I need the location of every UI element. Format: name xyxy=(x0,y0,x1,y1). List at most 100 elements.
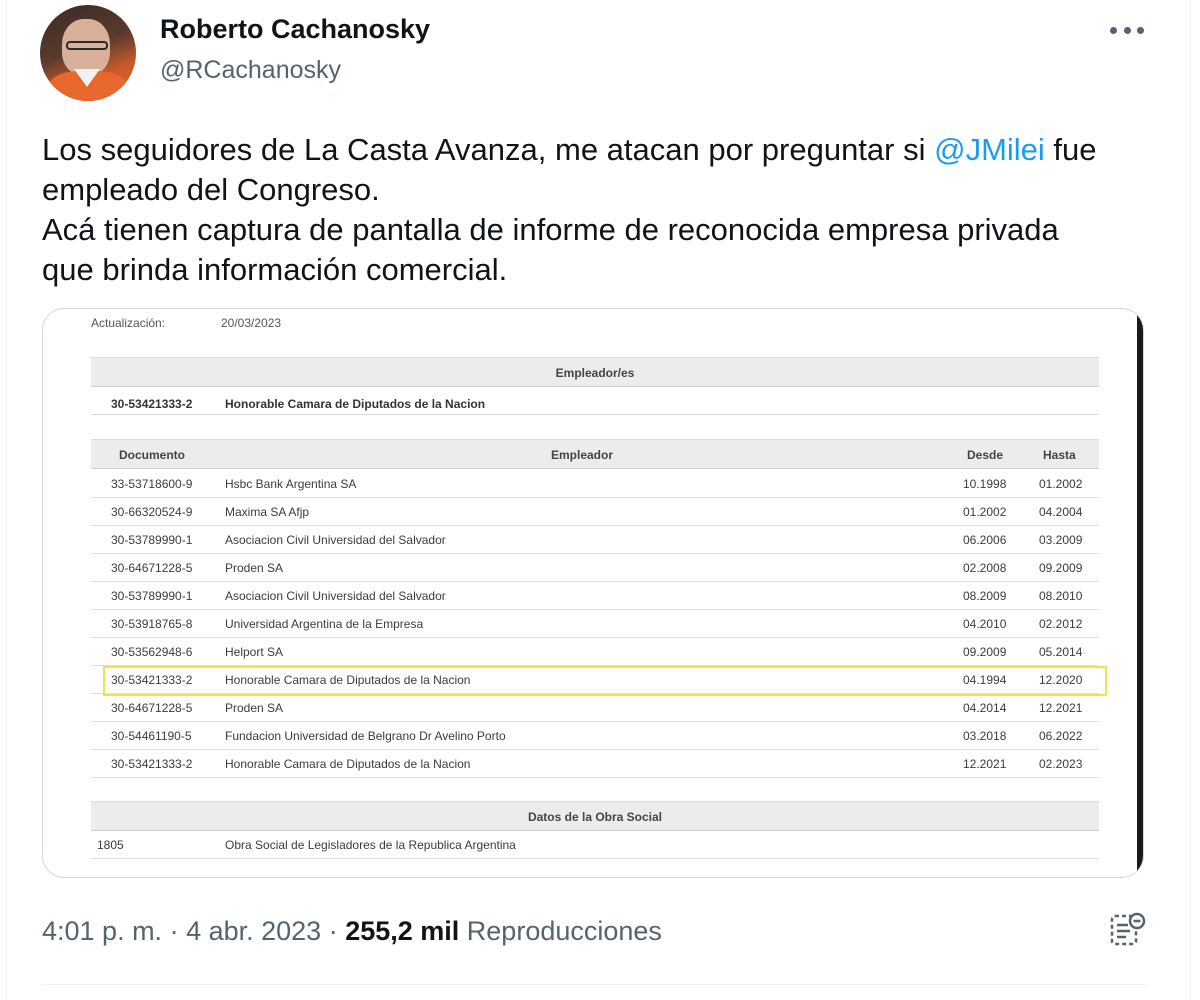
cell-from: 10.1998 xyxy=(963,477,1007,491)
tweet-line-2: empleado del Congreso. xyxy=(42,172,380,207)
update-label: Actualización: xyxy=(91,316,166,330)
dot xyxy=(1137,26,1144,34)
cell-document: 33-53718600-9 xyxy=(111,477,193,491)
cell-document: 30-64671228-5 xyxy=(111,701,193,715)
cell-document: 30-53421333-2 xyxy=(111,673,193,687)
tweet-time[interactable]: 4:01 p. m. xyxy=(42,916,162,946)
timeline-right-border xyxy=(1190,0,1191,1000)
dot xyxy=(1123,26,1131,34)
tweet-text-segment: Los seguidores de La Casta Avanza, me at… xyxy=(42,132,935,167)
table-row: 30-54461190-5 Fundacion Universidad de B… xyxy=(91,722,1099,750)
cell-from: 03.2018 xyxy=(963,729,1007,743)
column-header-to: Hasta xyxy=(1043,448,1076,462)
avatar-glasses xyxy=(66,41,108,50)
cell-to: 08.2010 xyxy=(1039,589,1083,603)
meta-separator: · xyxy=(162,916,187,946)
table-row: 30-64671228-5 Proden SA 04.2014 12.2021 xyxy=(91,694,1099,722)
table-row: 30-53789990-1 Asociacion Civil Universid… xyxy=(91,582,1099,610)
image-edge xyxy=(1137,309,1143,877)
tweet-image[interactable]: Actualización: 20/03/2023 Empleador/es 3… xyxy=(42,308,1144,878)
cell-employer: Fundacion Universidad de Belgrano Dr Ave… xyxy=(225,729,506,743)
cell-from: 09.2009 xyxy=(963,645,1007,659)
table-row: 30-53918765-8 Universidad Argentina de l… xyxy=(91,610,1099,638)
cell-employer: Proden SA xyxy=(225,561,284,575)
cell-from: 01.2002 xyxy=(963,505,1007,519)
cell-employer: Honorable Camara de Diputados de la Naci… xyxy=(225,673,471,687)
cell-to: 04.2004 xyxy=(1039,505,1083,519)
cell-from: 04.2010 xyxy=(963,617,1007,631)
tweet-line-1: Los seguidores de La Casta Avanza, me at… xyxy=(42,130,1152,170)
employment-history-table: 33-53718600-9 Hsbc Bank Argentina SA 10.… xyxy=(91,470,1107,778)
cell-document: 30-53421333-2 xyxy=(111,757,193,771)
author-handle[interactable]: @RCachanosky xyxy=(160,56,341,85)
cell-employer: Hsbc Bank Argentina SA xyxy=(225,477,357,491)
obra-social-header-bar: Datos de la Obra Social xyxy=(91,801,1099,831)
cell-employer: Maxima SA Afjp xyxy=(225,505,310,519)
cell-to: 02.2023 xyxy=(1039,757,1083,771)
obra-social-row: 1805 Obra Social de Legisladores de la R… xyxy=(91,831,1099,859)
table-row: 30-53789990-1 Asociacion Civil Universid… xyxy=(91,526,1099,554)
more-options-icon[interactable] xyxy=(1110,22,1144,38)
cell-document: 30-64671228-5 xyxy=(111,561,193,575)
cell-employer: Honorable Camara de Diputados de la Naci… xyxy=(225,757,471,771)
cell-document: 30-53789990-1 xyxy=(111,533,193,547)
update-value: 20/03/2023 xyxy=(221,316,282,330)
author-name[interactable]: Roberto Cachanosky xyxy=(160,14,430,45)
column-header-from: Desde xyxy=(967,448,1004,462)
table-row: 33-53718600-9 Hsbc Bank Argentina SA 10.… xyxy=(91,470,1099,498)
employer-header-bar: Empleador/es xyxy=(91,357,1099,387)
table-row: 30-53562948-6 Helport SA 09.2009 05.2014 xyxy=(91,638,1099,666)
cell-to: 09.2009 xyxy=(1039,561,1083,575)
cell-to: 12.2020 xyxy=(1039,673,1083,687)
cell-document: 30-53789990-1 xyxy=(111,589,193,603)
current-employer-document: 30-53421333-2 xyxy=(111,397,193,411)
cell-to: 05.2014 xyxy=(1039,645,1083,659)
cell-employer: Asociacion Civil Universidad del Salvado… xyxy=(225,589,446,603)
tweet-meta: 4:01 p. m. · 4 abr. 2023 · 255,2 mil Rep… xyxy=(42,916,662,947)
table-header-bar: Documento Empleador Desde Hasta xyxy=(91,439,1099,469)
meta-separator: · xyxy=(321,916,346,946)
cell-to: 06.2022 xyxy=(1039,729,1083,743)
tweet-date[interactable]: 4 abr. 2023 xyxy=(186,916,321,946)
cell-from: 04.1994 xyxy=(963,673,1007,687)
bottom-divider xyxy=(42,984,1146,985)
cell-employer: Proden SA xyxy=(225,701,284,715)
dot xyxy=(1110,26,1117,34)
cell-to: 03.2009 xyxy=(1039,533,1083,547)
column-header-employer: Empleador xyxy=(551,448,614,462)
timeline-left-border xyxy=(6,0,7,1000)
table-row: 30-64671228-5 Proden SA 02.2008 09.2009 xyxy=(91,554,1099,582)
cell-to: 01.2002 xyxy=(1039,477,1083,491)
cell-from: 04.2014 xyxy=(963,701,1007,715)
cell-to: 02.2012 xyxy=(1039,617,1083,631)
obra-social-header: Datos de la Obra Social xyxy=(527,810,663,824)
views-label: Reproducciones xyxy=(466,916,662,946)
cell-document: 30-53918765-8 xyxy=(111,617,193,631)
cell-document: 30-54461190-5 xyxy=(111,729,192,743)
current-employer-row: 30-53421333-2 Honorable Camara de Diputa… xyxy=(91,395,1099,415)
cell-document: 30-53562948-6 xyxy=(111,645,193,659)
views-count: 255,2 mil xyxy=(345,916,460,946)
analytics-icon[interactable] xyxy=(1108,910,1148,950)
cell-from: 08.2009 xyxy=(963,589,1007,603)
cell-employer: Universidad Argentina de la Empresa xyxy=(225,617,424,631)
mention-link[interactable]: @JMilei xyxy=(934,132,1045,167)
cell-from: 12.2021 xyxy=(963,757,1007,771)
employer-header: Empleador/es xyxy=(555,366,635,380)
tweet-line-4: que brinda información comercial. xyxy=(42,252,508,287)
report-document: Actualización: 20/03/2023 Empleador/es 3… xyxy=(43,309,1143,877)
cell-from: 02.2008 xyxy=(963,561,1007,575)
obra-social-code: 1805 xyxy=(97,838,124,852)
cell-employer: Helport SA xyxy=(225,645,284,659)
avatar[interactable] xyxy=(40,5,136,101)
tweet-line-3: Acá tienen captura de pantalla de inform… xyxy=(42,212,1059,247)
tweet-text: Los seguidores de La Casta Avanza, me at… xyxy=(42,130,1152,290)
obra-social-name: Obra Social de Legisladores de la Republ… xyxy=(225,838,516,852)
cell-employer: Asociacion Civil Universidad del Salvado… xyxy=(225,533,446,547)
table-row-highlighted: 30-53421333-2 Honorable Camara de Diputa… xyxy=(91,666,1107,696)
current-employer-name: Honorable Camara de Diputados de la Naci… xyxy=(225,397,486,411)
cell-from: 06.2006 xyxy=(963,533,1007,547)
table-row: 30-66320524-9 Maxima SA Afjp 01.2002 04.… xyxy=(91,498,1099,526)
table-row: 30-53421333-2 Honorable Camara de Diputa… xyxy=(91,750,1099,778)
column-header-document: Documento xyxy=(119,448,185,462)
